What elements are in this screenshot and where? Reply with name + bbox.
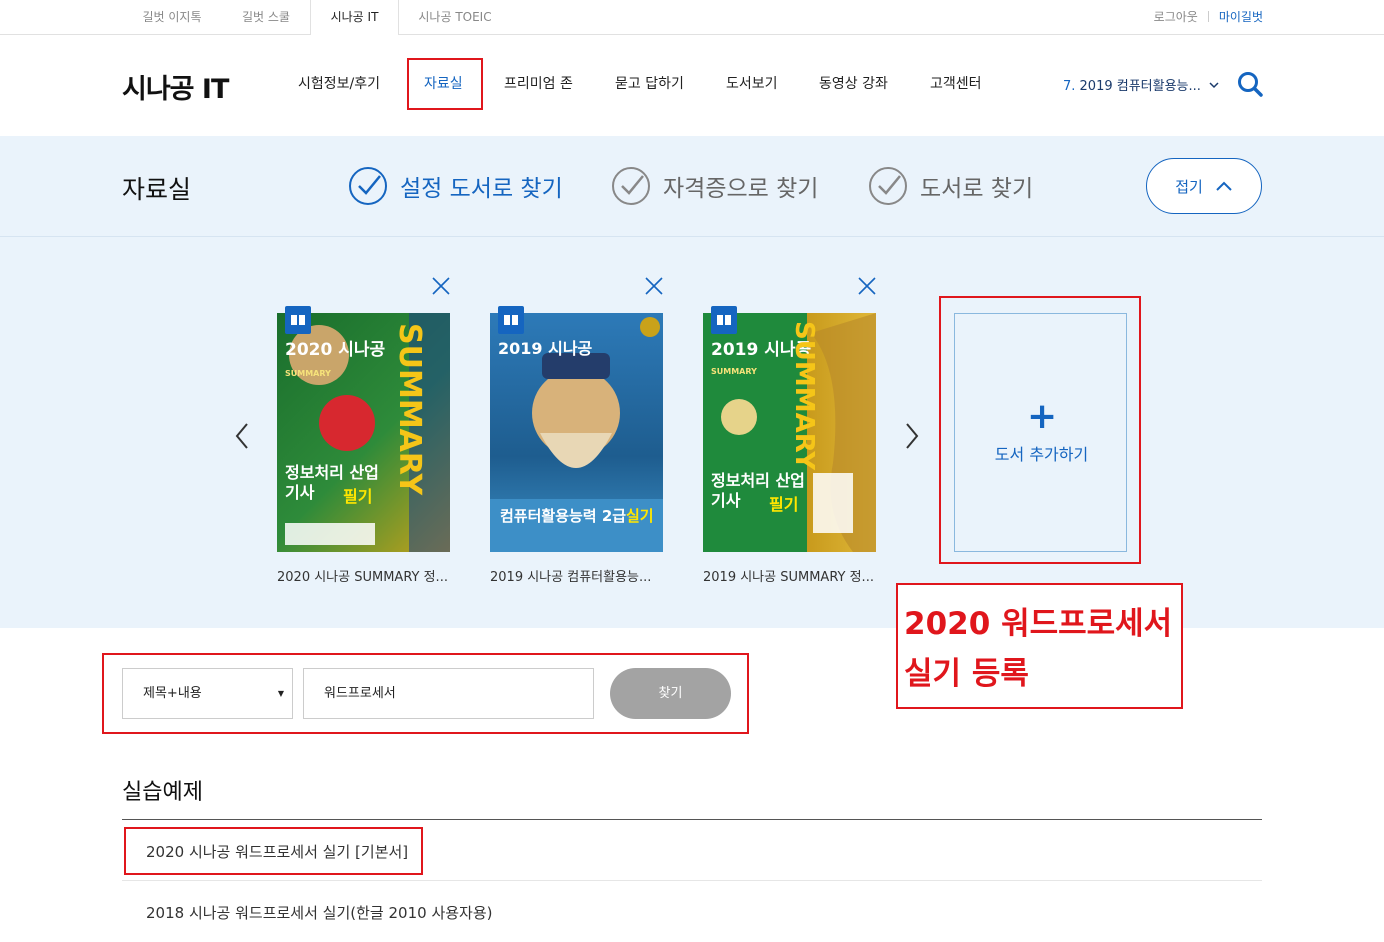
cover-side-text: SUMMARY: [789, 321, 819, 471]
filter-by-book[interactable]: 도서로 찾기: [868, 166, 1033, 206]
filter-by-certificate[interactable]: 자격증으로 찾기: [611, 166, 818, 206]
site-tab-school[interactable]: 길벗 스쿨: [222, 0, 310, 35]
list-item[interactable]: 2018 시나공 워드프로세서 실기(한글 2010 사용자용): [122, 881, 1262, 942]
chevron-left-icon[interactable]: [232, 421, 252, 451]
chevron-up-icon: [1216, 181, 1232, 191]
filter-label: 도서로 찾기: [920, 176, 1034, 202]
book-cover[interactable]: 2019 시나공 SUMMARY 정보처리 산업기사 필기 SUMMARY: [703, 313, 876, 552]
site-tab-toeic[interactable]: 시나공 TOEIC: [399, 0, 511, 35]
nav-books[interactable]: 도서보기: [726, 73, 778, 93]
fold-button[interactable]: 접기: [1146, 158, 1262, 214]
close-icon[interactable]: [858, 277, 876, 295]
book-open-icon: [498, 306, 524, 334]
annotation-line: 2020 워드프로세서: [904, 606, 1173, 642]
search-icon[interactable]: [1236, 70, 1264, 98]
cover-highlight: 실기: [626, 507, 654, 525]
cover-series: 2020 시나공: [285, 340, 386, 360]
site-tab-easytalk[interactable]: 길벗 이지톡: [122, 0, 222, 35]
book-open-icon: [285, 306, 311, 334]
filter-band: 자료실 설정 도서로 찾기 자격증으로 찾기 도서로 찾기 접기: [0, 136, 1384, 237]
highlight-box-add-book: [939, 296, 1141, 564]
annotation-callout: 2020 워드프로세서 실기 등록: [896, 583, 1183, 709]
site-tab-sinagong-it[interactable]: 시나공 IT: [310, 0, 399, 36]
close-icon[interactable]: [645, 277, 663, 295]
book-open-icon: [711, 306, 737, 334]
book-cover[interactable]: 2020 시나공 SUMMARY 정보처리 산업기사 필기 SUMMARY: [277, 313, 450, 552]
book-select-dropdown[interactable]: 7. 2019 컴퓨터활용능...: [1063, 75, 1219, 94]
check-circle-icon: [869, 167, 907, 205]
cover-side-text: SUMMARY: [392, 323, 427, 496]
cover-highlight: 필기: [343, 487, 373, 506]
check-circle-icon: [349, 167, 387, 205]
cover-sub: SUMMARY: [711, 367, 757, 376]
nav-customer-center[interactable]: 고객센터: [930, 73, 982, 93]
close-icon[interactable]: [432, 277, 450, 295]
cover-highlight: 필기: [769, 495, 799, 514]
cover-book-name: 컴퓨터활용능력 2급: [500, 507, 627, 525]
book-select-text: 2019 컴퓨터활용능...: [1075, 79, 1201, 94]
annotation-line: 실기 등록: [904, 656, 1029, 692]
filter-label: 자격증으로 찾기: [663, 176, 819, 202]
mypage-link[interactable]: 마이길벗: [1219, 10, 1263, 24]
book-title[interactable]: 2019 시나공 SUMMARY 정...: [703, 566, 893, 585]
main-header: 시나공 IT 시험정보/후기 자료실 프리미엄 존 묻고 답하기 도서보기 동영…: [0, 35, 1384, 136]
list-item-title: 2018 시나공 워드프로세서 실기(한글 2010 사용자용): [146, 904, 493, 922]
page-title: 자료실: [122, 175, 192, 204]
util-links: 로그아웃 마이길벗: [1154, 0, 1263, 35]
nav-premium-zone[interactable]: 프리미엄 존: [504, 73, 573, 93]
check-circle-icon: [612, 167, 650, 205]
highlight-box-result: [124, 827, 423, 875]
nav-qna[interactable]: 묻고 답하기: [615, 73, 684, 93]
highlight-box-search: [102, 653, 749, 734]
nav-exam-info[interactable]: 시험정보/후기: [298, 73, 380, 93]
divider: [1207, 11, 1209, 22]
cover-series: 2019 시나공: [498, 339, 593, 358]
section-title: 실습예제: [122, 780, 203, 805]
book-select-number: 7.: [1063, 79, 1076, 94]
logout-link[interactable]: 로그아웃: [1154, 10, 1198, 24]
selected-books-area: 2020 시나공 SUMMARY 정보처리 산업기사 필기 SUMMARY 20…: [0, 237, 1384, 628]
top-utility-bar: 길벗 이지톡 길벗 스쿨 시나공 IT 시나공 TOEIC 로그아웃 마이길벗: [0, 0, 1384, 36]
filter-my-books[interactable]: 설정 도서로 찾기: [348, 166, 563, 206]
site-logo[interactable]: 시나공 IT: [122, 67, 229, 106]
book-cover[interactable]: 2019 시나공 컴퓨터활용능력 2급 실기: [490, 313, 663, 552]
cover-sub: SUMMARY: [285, 369, 331, 378]
book-title[interactable]: 2020 시나공 SUMMARY 정...: [277, 566, 467, 585]
highlight-box-library: [407, 58, 483, 110]
filter-label: 설정 도서로 찾기: [400, 176, 563, 202]
fold-label: 접기: [1175, 177, 1203, 196]
nav-video-lectures[interactable]: 동영상 강좌: [819, 73, 888, 93]
chevron-right-icon[interactable]: [902, 421, 922, 451]
chevron-down-icon: [1209, 82, 1219, 89]
book-title[interactable]: 2019 시나공 컴퓨터활용능...: [490, 566, 680, 585]
